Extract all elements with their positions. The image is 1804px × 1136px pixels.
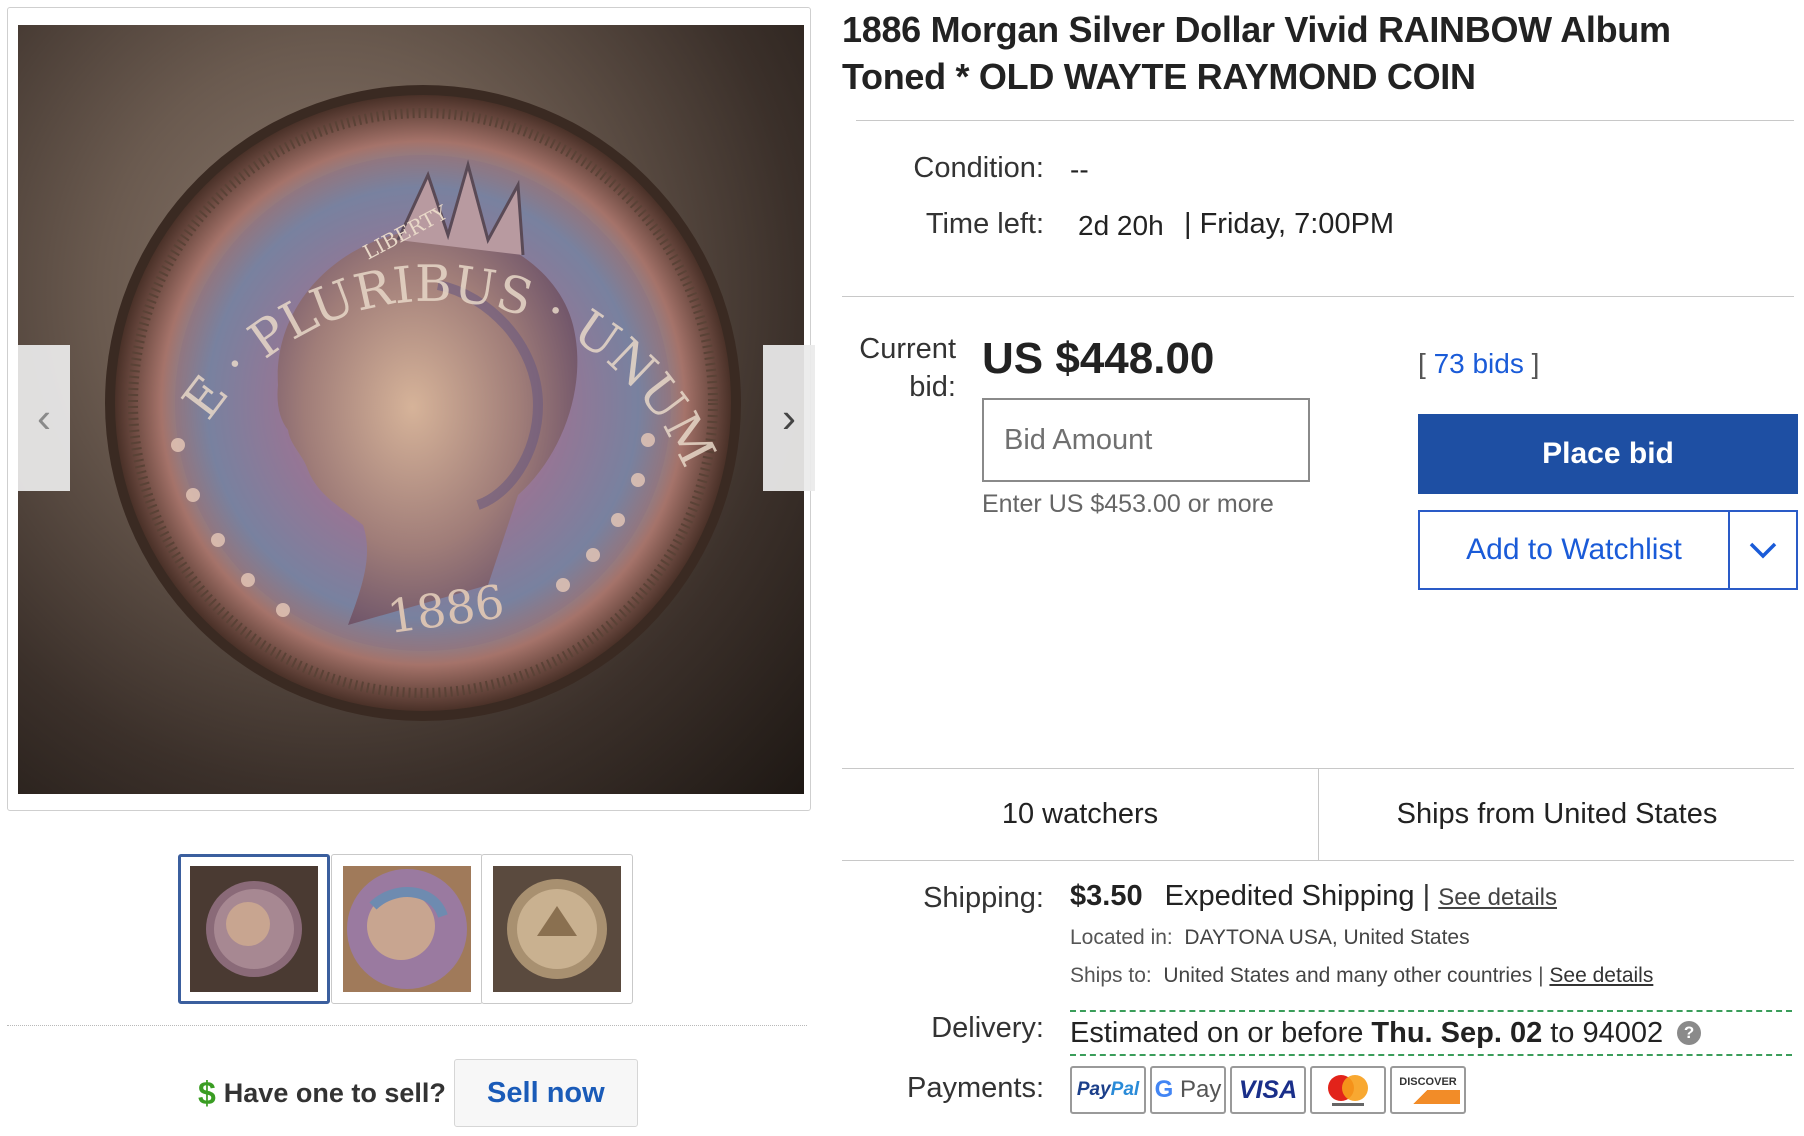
ships-from: Ships from United States bbox=[1396, 797, 1718, 830]
separator: | bbox=[1422, 880, 1431, 912]
help-icon[interactable]: ? bbox=[1677, 1021, 1702, 1045]
condition-value: -- bbox=[1070, 154, 1089, 185]
located-in: Located in: DAYTONA USA, United States bbox=[1070, 926, 1470, 950]
ships-to-details-link[interactable]: See details bbox=[1549, 964, 1653, 987]
add-to-watchlist-button[interactable]: Add to Watchlist bbox=[1420, 512, 1728, 588]
thumbnail-1[interactable] bbox=[178, 854, 330, 1004]
current-bid-label-line2: bid: bbox=[909, 371, 956, 403]
sell-prompt: $ Have one to sell? Sell now bbox=[198, 1058, 638, 1128]
located-in-value: DAYTONA USA, United States bbox=[1184, 926, 1470, 949]
current-bid-label: Current bid: bbox=[800, 330, 956, 406]
delivery-estimate: Estimated on or before Thu. Sep. 02 to 9… bbox=[1070, 1010, 1792, 1056]
bracket-open: [ bbox=[1418, 348, 1426, 379]
chevron-down-icon bbox=[1749, 542, 1777, 559]
payments-label: Payments: bbox=[907, 1072, 1044, 1104]
delivery-label: Delivery: bbox=[931, 1012, 1044, 1044]
sell-question: Have one to sell? bbox=[223, 1077, 446, 1108]
main-coin-image[interactable]: E · PLURIBUS · UNUM 1886 LIBERTY bbox=[18, 25, 804, 794]
previous-image-button[interactable]: ‹ bbox=[18, 345, 70, 491]
shipping-label: Shipping: bbox=[923, 882, 1044, 914]
sell-now-button[interactable]: Sell now bbox=[453, 1059, 638, 1127]
time-left-label: Time left: bbox=[925, 208, 1044, 240]
shipping-method: Expedited Shipping bbox=[1164, 880, 1415, 912]
shipping-line: $3.50 Expedited Shipping | See details bbox=[1070, 880, 1557, 913]
bid-history-link[interactable]: 73 bids bbox=[1434, 348, 1524, 379]
ships-to-label: Ships to: bbox=[1070, 964, 1152, 987]
ships-to: Ships to: United States and many other c… bbox=[1070, 964, 1653, 988]
thumbnail-2[interactable] bbox=[331, 854, 483, 1004]
google-pay-icon: G Pay bbox=[1150, 1066, 1226, 1114]
divider bbox=[842, 860, 1794, 861]
chevron-left-icon: ‹ bbox=[37, 394, 51, 441]
listing-title: 1886 Morgan Silver Dollar Vivid RAINBOW … bbox=[842, 9, 1671, 97]
divider bbox=[842, 296, 1794, 297]
watchers-count: 10 watchers bbox=[1001, 797, 1159, 830]
separator: | bbox=[1538, 964, 1544, 987]
minimum-bid-note: Enter US $453.00 or more bbox=[982, 490, 1274, 518]
paypal-icon: Pay Pal bbox=[1070, 1066, 1146, 1114]
divider bbox=[856, 120, 1794, 121]
thumbnail-3[interactable] bbox=[481, 854, 633, 1004]
watchlist-dropdown-button[interactable] bbox=[1728, 512, 1796, 588]
image-gallery: E · PLURIBUS · UNUM 1886 LIBERTY ‹ › bbox=[7, 7, 815, 811]
condition-label: Condition: bbox=[913, 152, 1044, 184]
visa-icon: VISA bbox=[1230, 1066, 1306, 1114]
divider bbox=[7, 1025, 807, 1026]
discover-icon: DISCOVER bbox=[1390, 1066, 1466, 1114]
shipping-details-link[interactable]: See details bbox=[1438, 884, 1557, 911]
bid-amount-input[interactable] bbox=[982, 398, 1310, 482]
current-price: US $448.00 bbox=[982, 334, 1215, 383]
place-bid-button[interactable]: Place bid bbox=[1418, 414, 1798, 494]
shipping-cost: $3.50 bbox=[1070, 880, 1143, 912]
chevron-right-icon: › bbox=[782, 394, 796, 441]
located-in-label: Located in: bbox=[1070, 926, 1173, 949]
delivery-prefix: Estimated on or before bbox=[1070, 1016, 1364, 1049]
coin-illustration: E · PLURIBUS · UNUM 1886 LIBERTY bbox=[105, 85, 741, 721]
current-bid-label-line1: Current bbox=[859, 333, 956, 365]
mastercard-icon bbox=[1310, 1066, 1386, 1114]
bid-count: [ 73 bids ] bbox=[1418, 348, 1539, 380]
ships-to-value: United States and many other countries bbox=[1163, 964, 1533, 987]
end-time: | Friday, 7:00PM bbox=[1184, 208, 1395, 240]
watchlist-control: Add to Watchlist bbox=[1418, 510, 1798, 590]
dollar-icon: $ bbox=[198, 1074, 216, 1111]
delivery-zip: to 94002 bbox=[1550, 1016, 1664, 1049]
payment-methods: Pay Pal G Pay VISA DISCOVER bbox=[1070, 1066, 1466, 1114]
bracket-close: ] bbox=[1531, 348, 1540, 379]
time-left-value: 2d 20h bbox=[1078, 210, 1164, 241]
delivery-date: Thu. Sep. 02 bbox=[1371, 1016, 1543, 1049]
